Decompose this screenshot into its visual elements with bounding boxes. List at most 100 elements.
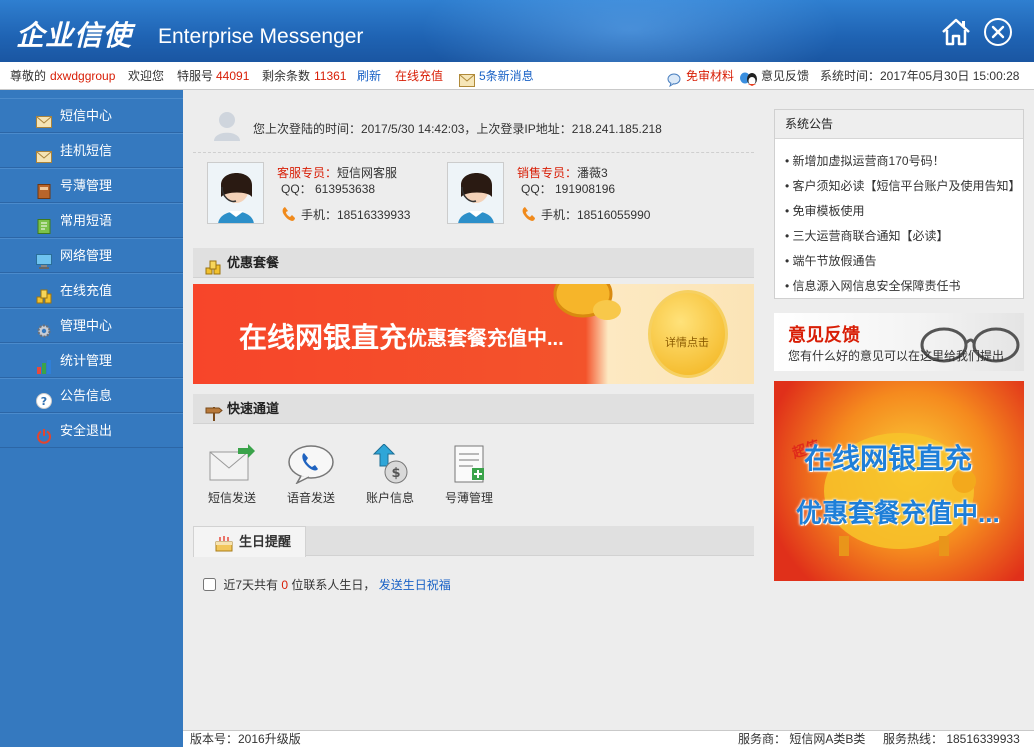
notice-title: 系统公告 — [775, 110, 1023, 139]
special-number-label: 特服号 — [177, 69, 214, 83]
addressbook-manage-icon — [454, 445, 484, 483]
svg-text:?: ? — [41, 395, 47, 408]
notice-item[interactable]: 端午节放假通告 — [785, 249, 1023, 274]
package-section-header: 优惠套餐 — [193, 248, 754, 278]
quick-title: 快速通道 — [227, 401, 280, 416]
sidebar-item-addressbook[interactable]: 号薄管理 — [0, 168, 183, 203]
last-login-info: 您上次登陆的时间：2017/5/30 14:42:03，上次登录IP地址：218… — [253, 122, 662, 136]
service-qq: QQ： 613953638 — [281, 182, 376, 196]
sidebar-item-label: 公告信息 — [60, 388, 113, 403]
footer-bar: 版本号：2016升级版 服务商： 短信网A类B类 服务热线： 185163399… — [183, 730, 1034, 747]
quick-section-header: 快速通道 — [193, 394, 754, 424]
greeting-prefix: 尊敬的 — [10, 69, 47, 83]
sidebar-item-label: 号薄管理 — [60, 178, 113, 193]
system-time-value: 2017年05月30日 15:00:28 — [880, 69, 1020, 83]
help-icon: ? — [36, 388, 52, 409]
coins-icon — [205, 256, 221, 275]
refresh-link[interactable]: 刷新 — [357, 62, 381, 90]
audit-free-link[interactable]: 免审材料 — [686, 62, 734, 90]
quick-voice-label: 语音发送 — [286, 491, 335, 505]
sidebar-item-label: 网络管理 — [60, 248, 113, 263]
service-phone: 手机：18516339933 — [301, 208, 411, 222]
remaining-label: 剩余条数 — [262, 69, 311, 83]
notice-item[interactable]: 免审模板使用 — [785, 199, 1023, 224]
voice-send-icon — [288, 445, 334, 484]
provider-label: 服务商： 短信网A类B类 — [738, 732, 866, 746]
sidebar-item-announcements[interactable]: ? 公告信息 — [0, 378, 183, 413]
recharge-link[interactable]: 在线充值 — [395, 62, 443, 90]
quick-sms-send[interactable]: 短信发送 — [197, 444, 267, 506]
sidebar-item-sms-center[interactable]: 短信中心 — [0, 98, 183, 133]
monitor-icon — [36, 248, 52, 269]
quick-account-info[interactable]: $ 账户信息 — [355, 444, 425, 506]
notebook-icon — [36, 213, 52, 234]
quick-voice-send[interactable]: 语音发送 — [276, 444, 346, 506]
notice-item[interactable]: 新增加虚拟运营商170号码！ — [785, 149, 1023, 174]
sidebar-item-network[interactable]: 网络管理 — [0, 238, 183, 273]
status-bar: 尊敬的 dxwdggroup 欢迎您 特服号 44091 剩余条数 11361 … — [0, 62, 1034, 90]
sales-role: 销售专员： — [517, 166, 578, 180]
sidebar-item-label: 安全退出 — [60, 423, 113, 438]
sidebar-item-label: 常用短语 — [60, 213, 113, 228]
promo-line2: 优惠套餐充值中... — [796, 498, 1000, 528]
system-notice-panel: 系统公告 新增加虚拟运营商170号码！ 客户须知必读【短信平台账户及使用告知】 … — [774, 109, 1024, 299]
new-messages-link[interactable]: 5条新消息 — [479, 62, 534, 90]
service-photo — [207, 162, 264, 224]
phone-icon — [281, 206, 297, 222]
package-title: 优惠套餐 — [227, 255, 280, 270]
sidebar-item-hangup-sms[interactable]: 挂机短信 — [0, 133, 183, 168]
hotline-label: 服务热线： 18516339933 — [883, 732, 1020, 746]
username: dxwdggroup — [50, 69, 116, 83]
svg-text:$: $ — [391, 466, 400, 481]
barchart-icon — [36, 353, 52, 374]
sidebar-item-statistics[interactable]: 统计管理 — [0, 343, 183, 378]
power-icon — [36, 423, 52, 444]
sales-name: 潘薇3 — [577, 166, 608, 180]
sms-send-icon — [209, 444, 255, 481]
quick-addressbook-label: 号薄管理 — [444, 491, 493, 505]
service-phone-line: 手机：18516339933 — [281, 206, 410, 223]
account-info-icon: $ — [372, 444, 408, 484]
signpost-icon — [205, 402, 223, 421]
service-role-line: 客服专员：短信网客服 — [277, 164, 397, 181]
close-icon[interactable] — [983, 17, 1013, 47]
remaining-count: 11361 — [314, 69, 347, 83]
feedback-banner-title: 意见反馈 — [788, 325, 860, 345]
notice-list: 新增加虚拟运营商170号码！ 客户须知必读【短信平台账户及使用告知】 免审模板使… — [775, 139, 1023, 299]
sales-photo — [447, 162, 504, 224]
promo-line1: 在线网银直充 — [804, 443, 973, 474]
sidebar-item-label: 挂机短信 — [60, 143, 113, 158]
quick-account-label: 账户信息 — [365, 491, 414, 505]
feedback-link[interactable]: 意见反馈 — [761, 62, 809, 90]
special-number-value: 44091 — [216, 69, 250, 83]
sidebar-item-label: 短信中心 — [60, 108, 113, 123]
sidebar-item-management[interactable]: 管理中心 — [0, 308, 183, 343]
sidebar-item-logout[interactable]: 安全退出 — [0, 413, 183, 448]
notice-item[interactable]: 三大运营商联合通知【必读】 — [785, 224, 1023, 249]
greeting-suffix: 欢迎您 — [128, 69, 165, 83]
banner-coin-decoration — [543, 284, 623, 327]
sidebar-nav: 短信中心 挂机短信 号薄管理 常用短语 网络管理 在线充值 管理中心 统计管理 … — [0, 90, 183, 747]
notice-item[interactable]: 客户须知必读【短信平台账户及使用告知】 — [785, 174, 1023, 199]
sidebar-item-label: 统计管理 — [60, 353, 113, 368]
promo-banner[interactable]: 超值 在线网银直充 优惠套餐充值中... — [774, 381, 1024, 581]
piggy-bank-decoration — [824, 433, 976, 556]
notice-item[interactable]: 信息源入网信息安全保障责任书 — [785, 274, 1023, 299]
birthday-tab-label: 生日提醒 — [239, 534, 292, 549]
sidebar-item-recharge[interactable]: 在线充值 — [0, 273, 183, 308]
quick-addressbook[interactable]: 号薄管理 — [434, 444, 504, 506]
package-banner[interactable]: 在线网银直充 优惠套餐充值中... 详情点击 — [193, 284, 754, 384]
feedback-banner[interactable]: 意见反馈 您有什么好的意见可以在这里给我们提出 — [774, 313, 1024, 371]
birthday-pre: 近7天共有 — [223, 578, 279, 592]
birthday-checkbox[interactable] — [203, 578, 216, 591]
banner-coin-label: 详情点击 — [665, 337, 709, 349]
sidebar-item-phrases[interactable]: 常用短语 — [0, 203, 183, 238]
birthday-tab[interactable]: 生日提醒 — [193, 526, 306, 557]
version-label: 版本号：2016升级版 — [190, 732, 301, 746]
sidebar-item-label: 管理中心 — [60, 318, 113, 333]
header-glow — [420, 0, 840, 62]
send-birthday-wish-link[interactable]: 发送生日祝福 — [379, 578, 451, 592]
home-icon[interactable] — [940, 17, 970, 47]
birthday-post: 位联系人生日， — [291, 578, 376, 592]
sales-phone: 手机：18516055990 — [541, 208, 651, 222]
